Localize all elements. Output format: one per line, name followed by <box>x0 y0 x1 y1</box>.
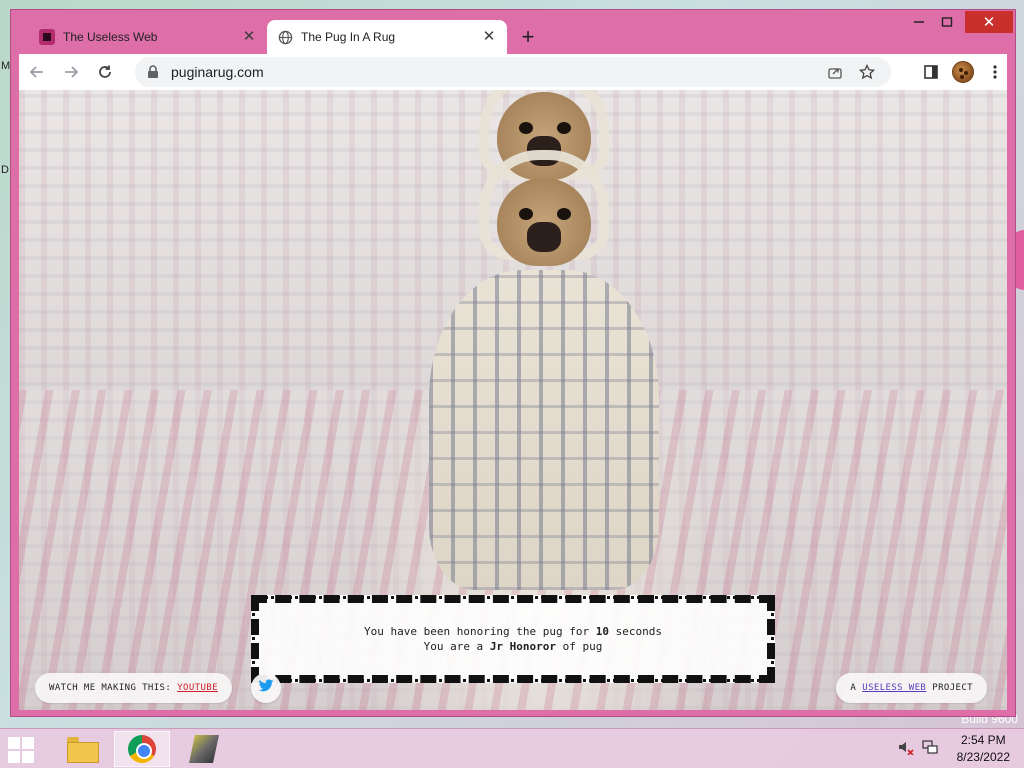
share-icon[interactable] <box>825 62 845 82</box>
honor-seconds: 10 <box>595 625 610 638</box>
useless-web-link[interactable]: USELESS WEB <box>862 683 926 693</box>
minimize-icon[interactable] <box>905 11 933 33</box>
network-icon[interactable] <box>920 739 940 755</box>
watch-label: WATCH ME MAKING THIS: <box>49 683 172 693</box>
honor-time-line: You have been honoring the pug for 10 se… <box>363 625 663 638</box>
project-prefix: A <box>850 683 857 693</box>
youtube-link[interactable]: YOUTUBE <box>177 683 218 693</box>
volume-muted-icon[interactable] <box>896 739 916 755</box>
forward-arrow-icon[interactable] <box>59 60 83 84</box>
tab-strip: The Useless Web ✕ The Pug In A Rug ✕ + ✕ <box>11 10 1015 54</box>
windows-start-icon[interactable] <box>8 737 36 763</box>
browser-toolbar: puginarug.com <box>19 54 1007 90</box>
clock-date: 8/23/2022 <box>956 750 1010 764</box>
reload-icon[interactable] <box>93 60 117 84</box>
kebab-menu-icon[interactable] <box>983 60 1007 84</box>
url-text: puginarug.com <box>171 64 264 80</box>
desktop-icon-label-fragment: D <box>1 164 9 176</box>
desktop-icon-label-fragment: M <box>1 60 11 72</box>
file-explorer-taskbar-button[interactable] <box>54 731 110 767</box>
folder-icon <box>67 737 99 763</box>
tab-pug-in-a-rug[interactable]: The Pug In A Rug ✕ <box>267 20 507 54</box>
chrome-window: The Useless Web ✕ The Pug In A Rug ✕ + ✕ <box>10 9 1016 717</box>
page-viewport: You have been honoring the pug for 10 se… <box>19 90 1007 710</box>
address-bar[interactable]: puginarug.com <box>135 57 891 87</box>
clock-time: 2:54 PM <box>960 733 1006 747</box>
application-icon <box>189 735 219 763</box>
back-arrow-icon[interactable] <box>25 60 49 84</box>
profile-avatar-icon[interactable] <box>951 60 975 84</box>
twitter-share-button[interactable] <box>251 673 281 703</box>
bookmark-star-icon[interactable] <box>857 62 877 82</box>
useless-web-favicon-icon <box>39 29 55 45</box>
new-tab-plus-icon[interactable]: + <box>516 26 540 50</box>
honor-counter-box: You have been honoring the pug for 10 se… <box>251 595 775 683</box>
windows-taskbar: 2:54 PM 8/23/2022 <box>0 728 1024 768</box>
app-taskbar-button[interactable] <box>176 731 232 767</box>
tab-close-icon[interactable]: ✕ <box>241 29 257 45</box>
globe-icon <box>277 29 293 45</box>
chrome-icon <box>128 735 156 763</box>
lock-icon[interactable] <box>147 65 161 79</box>
pug-image <box>479 90 609 290</box>
honor-rank-line: You are a Jr Honoror of pug <box>423 640 603 653</box>
tab-useless-web[interactable]: The Useless Web ✕ <box>29 20 267 54</box>
twitter-bird-icon <box>258 678 274 698</box>
plaid-blanket <box>429 270 659 590</box>
watch-making-pill: WATCH ME MAKING THIS: YOUTUBE <box>35 673 232 703</box>
chrome-taskbar-button[interactable] <box>114 731 170 767</box>
maximize-icon[interactable] <box>935 11 959 33</box>
tab-title: The Pug In A Rug <box>301 30 396 44</box>
tab-close-icon[interactable]: ✕ <box>481 29 497 45</box>
tab-title: The Useless Web <box>63 30 158 44</box>
system-clock[interactable]: 2:54 PM 8/23/2022 <box>957 732 1010 766</box>
useless-web-project-pill: A USELESS WEB PROJECT <box>836 673 987 703</box>
window-close-icon[interactable]: ✕ <box>965 11 1013 33</box>
honor-rank: Jr Honoror <box>489 640 557 653</box>
project-suffix: PROJECT <box>932 683 973 693</box>
side-panel-icon[interactable] <box>919 60 943 84</box>
